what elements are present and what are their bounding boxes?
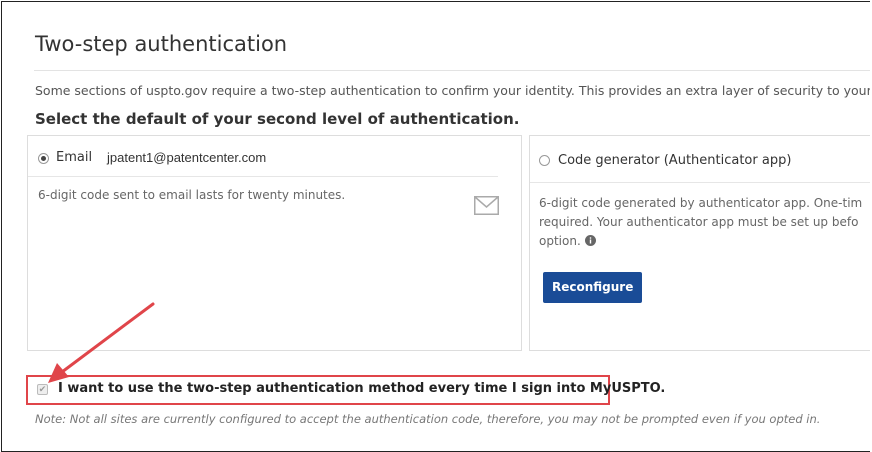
annotation-arrow bbox=[48, 302, 155, 383]
two-step-auth-page: Two-step authentication Some sections of… bbox=[1, 1, 870, 452]
